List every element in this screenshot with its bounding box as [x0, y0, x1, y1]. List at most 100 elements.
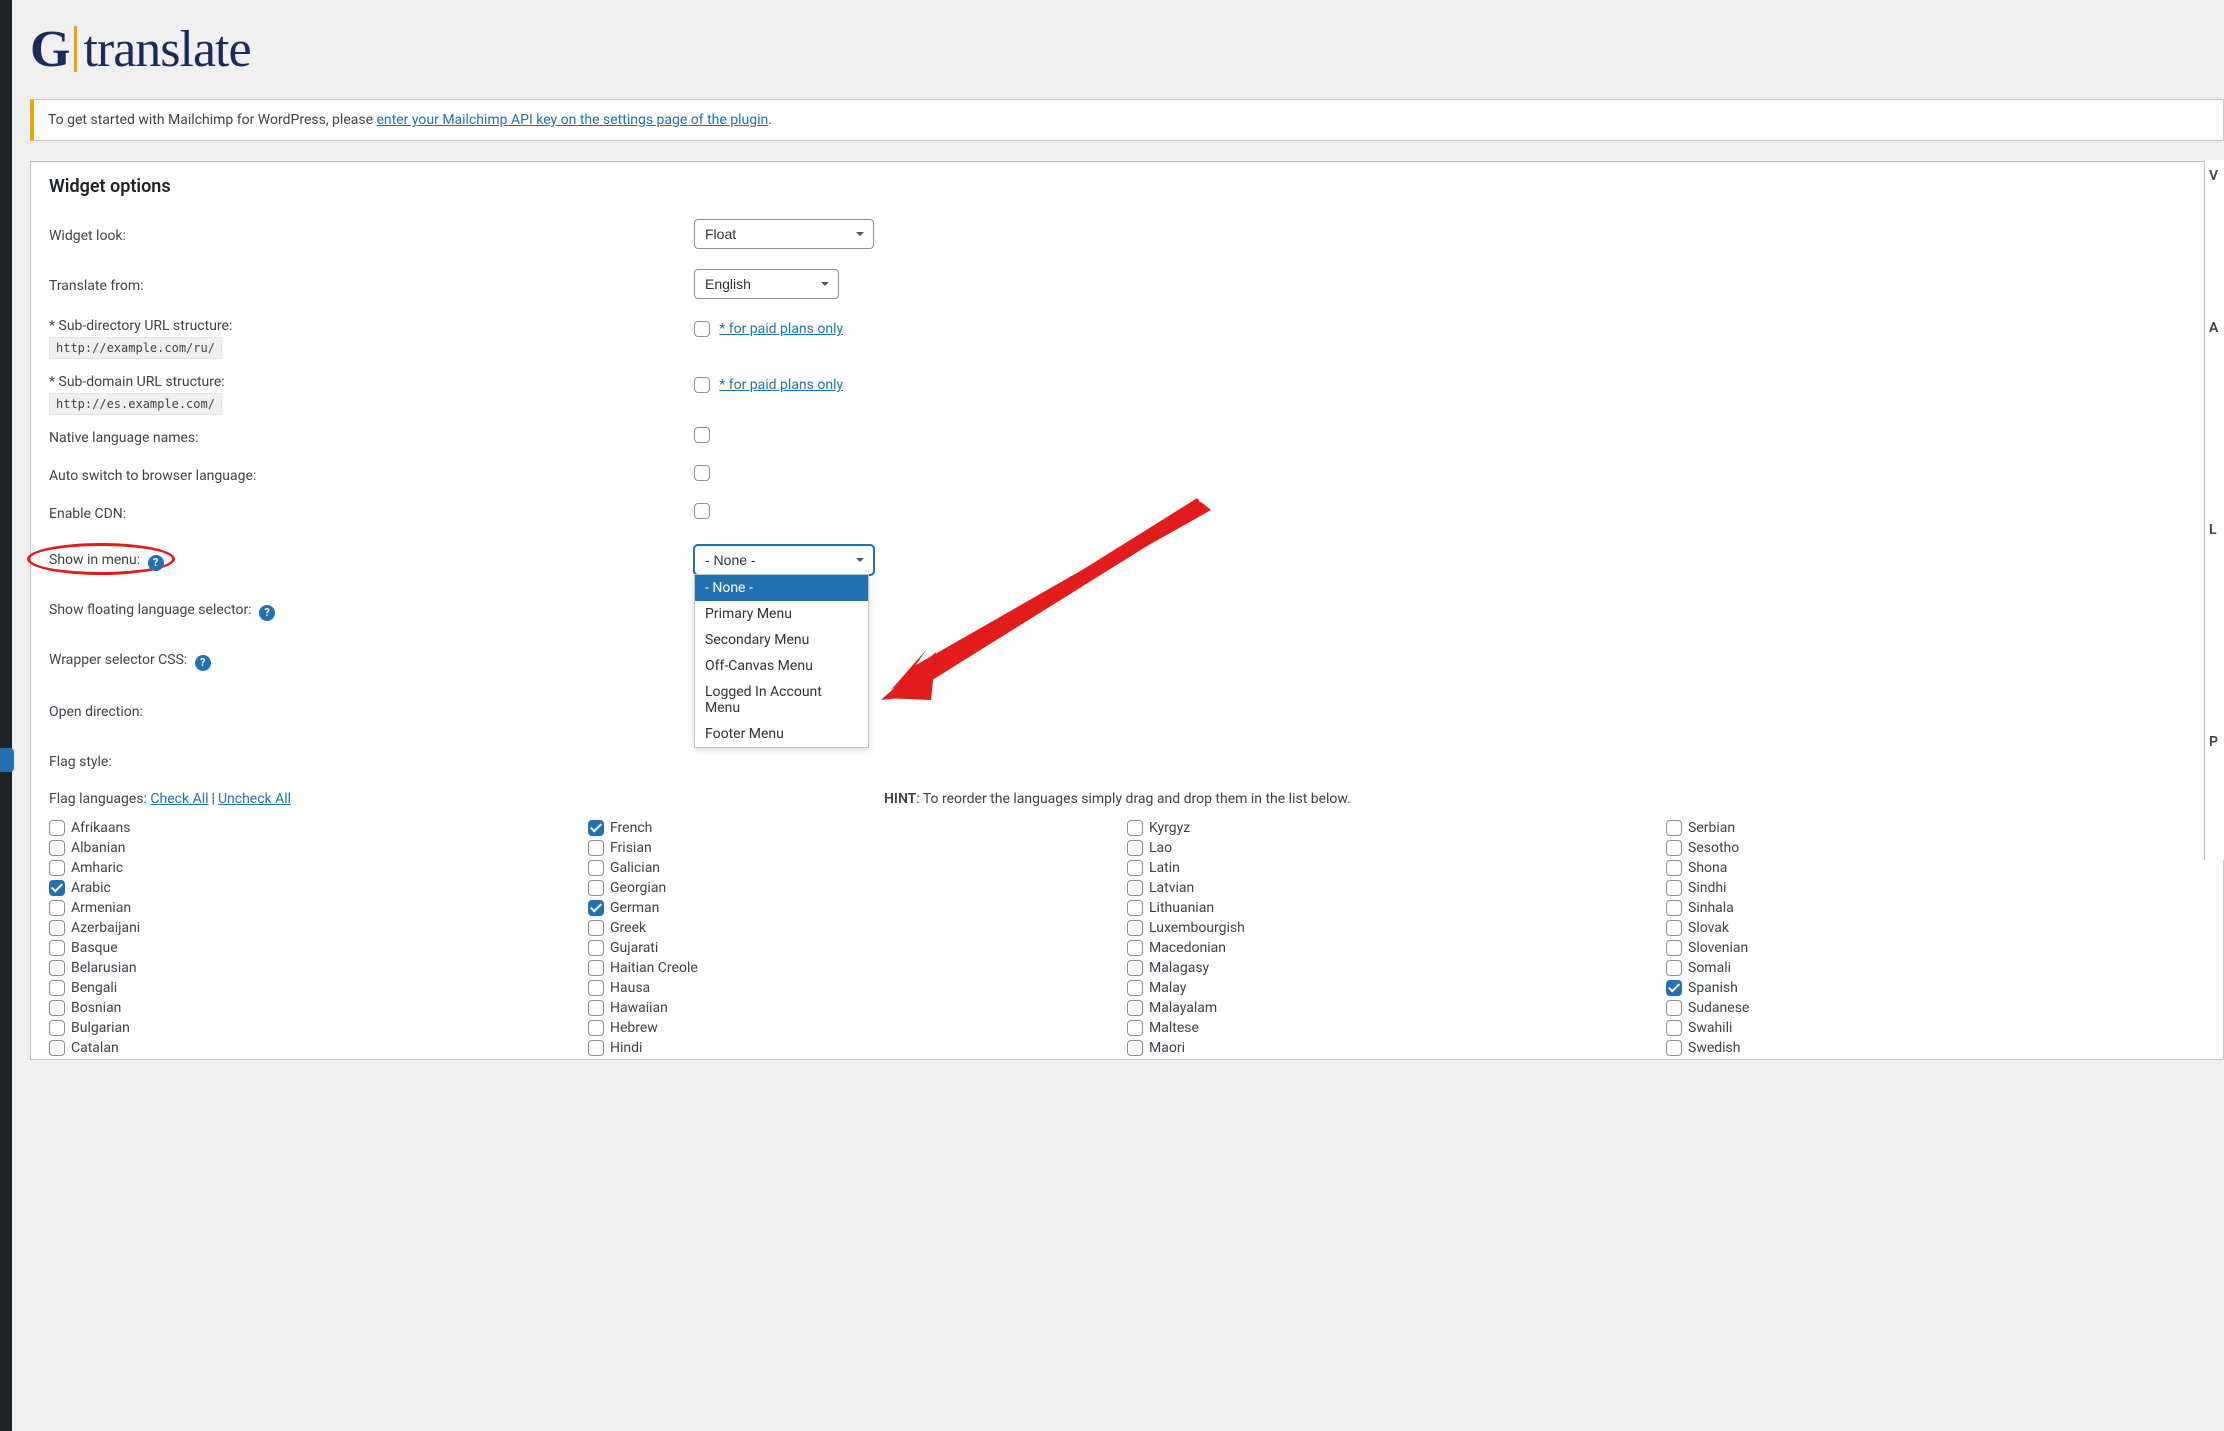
language-checkbox[interactable]: [49, 1040, 65, 1056]
language-checkbox[interactable]: [1127, 1020, 1143, 1036]
language-checkbox[interactable]: [1127, 860, 1143, 876]
language-item: Sindhi: [1666, 879, 2205, 897]
menu-option[interactable]: Secondary Menu: [695, 627, 868, 653]
language-label: Basque: [71, 940, 118, 956]
language-label: Luxembourgish: [1149, 920, 1245, 936]
subdomain-paid-link[interactable]: * for paid plans only: [719, 377, 843, 393]
menu-option[interactable]: - None -: [695, 575, 868, 601]
language-checkbox[interactable]: [1127, 940, 1143, 956]
language-checkbox[interactable]: [1666, 960, 1682, 976]
language-checkbox[interactable]: [1666, 820, 1682, 836]
language-checkbox[interactable]: [49, 860, 65, 876]
menu-option[interactable]: Off-Canvas Menu: [695, 653, 868, 679]
menu-option[interactable]: Footer Menu: [695, 721, 868, 747]
subdir-checkbox[interactable]: [694, 321, 710, 337]
wp-admin-sidebar[interactable]: [0, 0, 12, 1431]
help-icon[interactable]: ?: [195, 655, 211, 671]
language-label: Georgian: [610, 880, 666, 896]
language-item: Armenian: [49, 899, 588, 917]
language-checkbox[interactable]: [588, 1020, 604, 1036]
language-checkbox[interactable]: [49, 920, 65, 936]
language-checkbox[interactable]: [1127, 900, 1143, 916]
subdir-paid-link[interactable]: * for paid plans only: [719, 321, 843, 337]
language-item: Maori: [1127, 1039, 1666, 1057]
language-checkbox[interactable]: [1127, 880, 1143, 896]
language-checkbox[interactable]: [588, 940, 604, 956]
language-checkbox[interactable]: [49, 940, 65, 956]
language-checkbox[interactable]: [49, 980, 65, 996]
sidebar-collapse-tab[interactable]: [0, 748, 14, 772]
label-flag-languages: Flag languages: Check All|Uncheck All: [49, 791, 694, 807]
language-checkbox[interactable]: [588, 980, 604, 996]
language-label: Slovak: [1688, 920, 1729, 936]
language-checkbox[interactable]: [1666, 860, 1682, 876]
language-checkbox[interactable]: [1127, 1040, 1143, 1056]
language-checkbox[interactable]: [49, 960, 65, 976]
language-checkbox[interactable]: [49, 840, 65, 856]
panel-title: Widget options: [49, 176, 2205, 197]
translate-from-select[interactable]: English: [694, 269, 839, 299]
language-grid: AfrikaansAlbanianAmharicArabicArmenianAz…: [49, 819, 2205, 1059]
native-checkbox[interactable]: [694, 427, 710, 443]
language-checkbox[interactable]: [1127, 980, 1143, 996]
subdomain-checkbox[interactable]: [694, 377, 710, 393]
language-item: Kyrgyz: [1127, 819, 1666, 837]
cdn-checkbox[interactable]: [694, 503, 710, 519]
language-label: Frisian: [610, 840, 652, 856]
language-checkbox[interactable]: [588, 960, 604, 976]
language-label: Latin: [1149, 860, 1180, 876]
language-checkbox[interactable]: [588, 840, 604, 856]
language-checkbox[interactable]: [1666, 1000, 1682, 1016]
language-item: Basque: [49, 939, 588, 957]
language-label: Slovenian: [1688, 940, 1748, 956]
widget-options-panel: Widget options Widget look: Float Transl…: [30, 161, 2224, 1060]
language-checkbox[interactable]: [1666, 980, 1682, 996]
language-checkbox[interactable]: [1666, 920, 1682, 936]
uncheck-all-link[interactable]: Uncheck All: [218, 791, 291, 807]
language-checkbox[interactable]: [49, 820, 65, 836]
language-label: Macedonian: [1149, 940, 1226, 956]
menu-option[interactable]: Primary Menu: [695, 601, 868, 627]
language-checkbox[interactable]: [1666, 1040, 1682, 1056]
language-checkbox[interactable]: [1127, 920, 1143, 936]
language-checkbox[interactable]: [49, 900, 65, 916]
language-checkbox[interactable]: [588, 1040, 604, 1056]
language-checkbox[interactable]: [1127, 1000, 1143, 1016]
language-checkbox[interactable]: [1666, 1020, 1682, 1036]
language-checkbox[interactable]: [49, 880, 65, 896]
mailchimp-settings-link[interactable]: enter your Mailchimp API key on the sett…: [377, 112, 769, 128]
language-checkbox[interactable]: [588, 1000, 604, 1016]
language-label: Spanish: [1688, 980, 1738, 996]
language-checkbox[interactable]: [49, 1020, 65, 1036]
language-item: Sesotho: [1666, 839, 2205, 857]
language-item: Luxembourgish: [1127, 919, 1666, 937]
language-label: Albanian: [71, 840, 126, 856]
language-checkbox[interactable]: [588, 880, 604, 896]
autoswitch-checkbox[interactable]: [694, 465, 710, 481]
language-item: French: [588, 819, 1127, 837]
language-item: Hebrew: [588, 1019, 1127, 1037]
language-checkbox[interactable]: [588, 920, 604, 936]
language-item: Afrikaans: [49, 819, 588, 837]
check-all-link[interactable]: Check All: [150, 791, 208, 807]
language-checkbox[interactable]: [588, 900, 604, 916]
menu-option[interactable]: Logged In Account Menu: [695, 679, 868, 721]
help-icon[interactable]: ?: [148, 555, 164, 571]
language-label: Sindhi: [1688, 880, 1726, 896]
show-in-menu-select[interactable]: - None -: [694, 545, 874, 575]
language-checkbox[interactable]: [1666, 900, 1682, 916]
language-label: Serbian: [1688, 820, 1735, 836]
language-checkbox[interactable]: [1666, 880, 1682, 896]
language-checkbox[interactable]: [588, 820, 604, 836]
widget-look-select[interactable]: Float: [694, 219, 874, 249]
language-checkbox[interactable]: [1127, 960, 1143, 976]
language-item: Albanian: [49, 839, 588, 857]
language-checkbox[interactable]: [588, 860, 604, 876]
language-checkbox[interactable]: [1127, 840, 1143, 856]
language-item: Georgian: [588, 879, 1127, 897]
language-checkbox[interactable]: [49, 1000, 65, 1016]
help-icon[interactable]: ?: [259, 605, 275, 621]
language-checkbox[interactable]: [1127, 820, 1143, 836]
language-checkbox[interactable]: [1666, 840, 1682, 856]
language-checkbox[interactable]: [1666, 940, 1682, 956]
